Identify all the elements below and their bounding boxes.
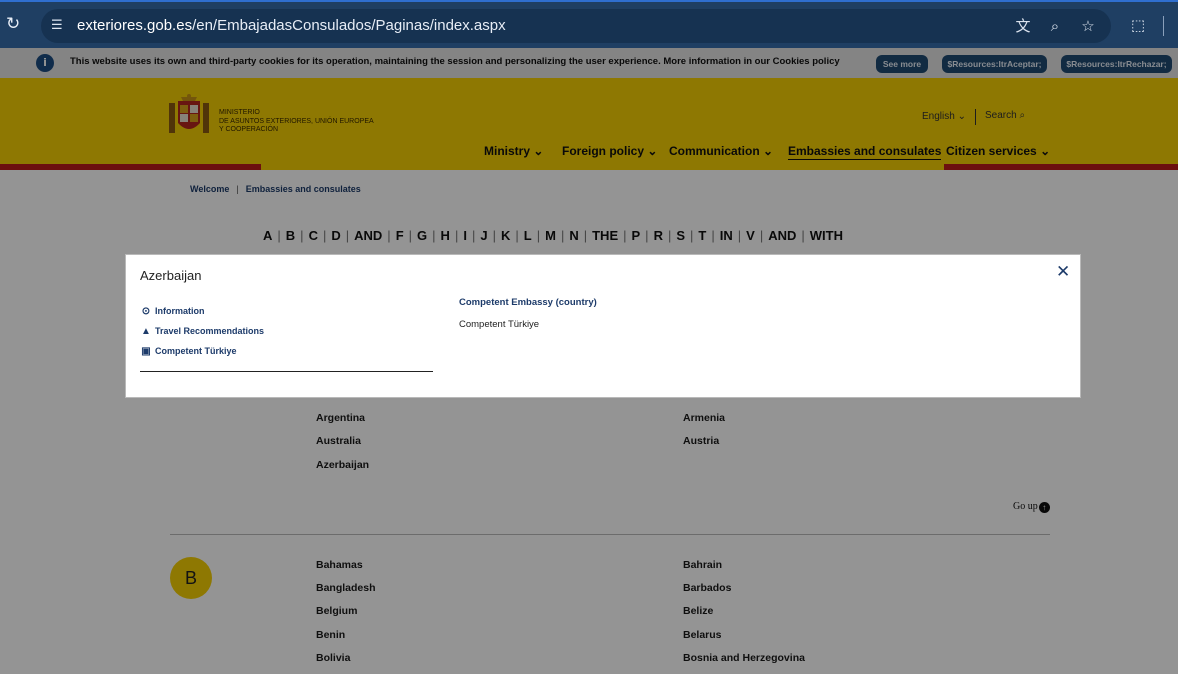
toolbar-divider — [1163, 16, 1164, 36]
competent-embassy-value: Competent Türkiye — [459, 319, 540, 330]
zoom-icon[interactable]: ⌕ — [1046, 17, 1064, 35]
site-settings-icon[interactable]: ☰ — [51, 18, 67, 34]
modal-divider — [140, 371, 433, 372]
compass-icon: ⊙ — [141, 306, 151, 317]
reload-icon[interactable]: ↻ — [6, 15, 24, 33]
extensions-icon[interactable]: ⬚ — [1129, 16, 1147, 34]
country-modal: Azerbaijan ✕ ⊙ Information ▲ Travel Recomm… — [125, 254, 1081, 398]
warning-icon: ▲ — [141, 326, 151, 337]
url-text[interactable]: exteriores.gob.es/en/EmbajadasConsulados… — [77, 17, 506, 34]
modal-item-competent[interactable]: ▣ Competent Türkiye — [140, 346, 236, 357]
modal-title: Azerbaijan — [140, 268, 202, 283]
modal-item-information[interactable]: ⊙ Information — [140, 306, 205, 317]
competent-embassy-heading: Competent Embassy (country) — [459, 297, 597, 308]
modal-item-travel-recommendations[interactable]: ▲ Travel Recommendations — [140, 326, 264, 337]
address-bar[interactable]: ☰ exteriores.gob.es/en/EmbajadasConsulad… — [41, 9, 1111, 43]
browser-toolbar: ↻ ☰ exteriores.gob.es/en/EmbajadasConsul… — [0, 0, 1178, 48]
close-icon[interactable]: ✕ — [1056, 262, 1070, 282]
translate-icon[interactable]: 文 — [1014, 17, 1032, 35]
map-icon: ▣ — [141, 346, 151, 357]
bookmark-star-icon[interactable]: ☆ — [1079, 17, 1097, 35]
